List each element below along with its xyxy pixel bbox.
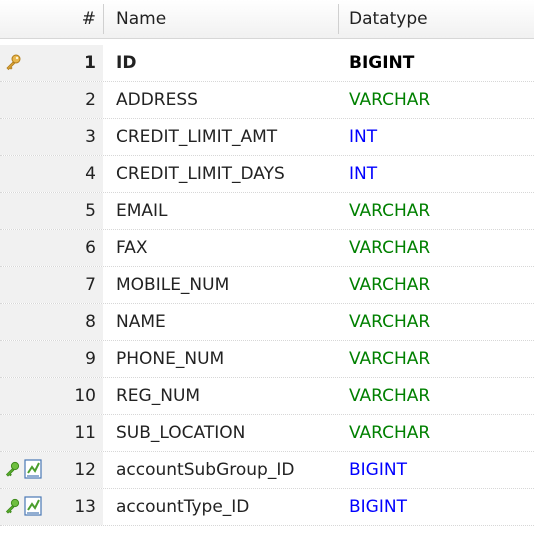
key-icon: [4, 53, 22, 75]
table-row[interactable]: 11 SUB_LOCATION VARCHAR: [0, 415, 534, 452]
column-name[interactable]: ID: [116, 45, 136, 82]
column-name[interactable]: FAX: [116, 230, 148, 267]
table-row[interactable]: 10 REG_NUM VARCHAR: [0, 378, 534, 415]
column-name[interactable]: NAME: [116, 304, 166, 341]
row-number: 12: [74, 460, 96, 480]
column-datatype[interactable]: BIGINT: [349, 489, 407, 526]
row-number: 9: [85, 349, 96, 369]
header-separator[interactable]: [338, 4, 339, 34]
foreign-key-icon: [4, 461, 20, 481]
row-number: 13: [74, 497, 96, 517]
row-icons: [4, 45, 22, 82]
column-name[interactable]: PHONE_NUM: [116, 341, 224, 378]
row-number: 2: [85, 90, 96, 110]
column-datatype[interactable]: VARCHAR: [349, 415, 430, 452]
column-name[interactable]: SUB_LOCATION: [116, 415, 245, 452]
column-datatype[interactable]: VARCHAR: [349, 341, 430, 378]
row-number: 8: [85, 312, 96, 332]
foreign-key-icon: [4, 498, 20, 518]
row-number: 4: [85, 164, 96, 184]
header-datatype[interactable]: Datatype: [349, 0, 428, 38]
column-datatype[interactable]: BIGINT: [349, 45, 414, 82]
column-name[interactable]: accountType_ID: [116, 489, 249, 526]
column-name[interactable]: ADDRESS: [116, 82, 198, 119]
column-datatype[interactable]: VARCHAR: [349, 304, 430, 341]
row-number: 7: [85, 275, 96, 295]
row-number: 10: [74, 386, 96, 406]
row-number: 1: [84, 53, 96, 73]
table-row[interactable]: 6 FAX VARCHAR: [0, 230, 534, 267]
column-name[interactable]: CREDIT_LIMIT_DAYS: [116, 156, 285, 193]
table-row[interactable]: 1 ID BIGINT: [0, 45, 534, 82]
row-number: 6: [85, 238, 96, 258]
row-number: 5: [85, 201, 96, 221]
table-row[interactable]: 7 MOBILE_NUM VARCHAR: [0, 267, 534, 304]
table-row[interactable]: 12 accountSubGroup_ID BIGINT: [0, 452, 534, 489]
grid-header: # Name Datatype: [0, 0, 534, 39]
index-icon: [24, 495, 42, 520]
table-row[interactable]: 2 ADDRESS VARCHAR: [0, 82, 534, 119]
header-num[interactable]: #: [70, 0, 96, 38]
column-name[interactable]: EMAIL: [116, 193, 168, 230]
column-name[interactable]: CREDIT_LIMIT_AMT: [116, 119, 277, 156]
column-datatype[interactable]: VARCHAR: [349, 193, 430, 230]
row-number: 3: [85, 127, 96, 147]
table-row[interactable]: 13 accountType_ID BIGINT: [0, 489, 534, 526]
table-row[interactable]: 8 NAME VARCHAR: [0, 304, 534, 341]
table-row[interactable]: 3 CREDIT_LIMIT_AMT INT: [0, 119, 534, 156]
column-datatype[interactable]: BIGINT: [349, 452, 407, 489]
column-datatype[interactable]: VARCHAR: [349, 82, 430, 119]
header-separator[interactable]: [103, 4, 104, 34]
row-number: 11: [74, 423, 96, 443]
table-row[interactable]: 4 CREDIT_LIMIT_DAYS INT: [0, 156, 534, 193]
header-name[interactable]: Name: [116, 0, 166, 38]
column-name[interactable]: MOBILE_NUM: [116, 267, 229, 304]
column-datatype[interactable]: VARCHAR: [349, 230, 430, 267]
index-icon: [24, 458, 42, 483]
column-name[interactable]: accountSubGroup_ID: [116, 452, 294, 489]
column-datatype[interactable]: VARCHAR: [349, 267, 430, 304]
column-datatype[interactable]: VARCHAR: [349, 378, 430, 415]
row-icons: [4, 452, 42, 489]
row-icons: [4, 489, 42, 526]
columns-grid: # Name Datatype 1 ID BIGINT 2 ADDRESS VARCHAR…: [0, 0, 534, 549]
table-row[interactable]: 9 PHONE_NUM VARCHAR: [0, 341, 534, 378]
column-name[interactable]: REG_NUM: [116, 378, 200, 415]
table-row[interactable]: 5 EMAIL VARCHAR: [0, 193, 534, 230]
column-datatype[interactable]: INT: [349, 119, 377, 156]
column-datatype[interactable]: INT: [349, 156, 377, 193]
